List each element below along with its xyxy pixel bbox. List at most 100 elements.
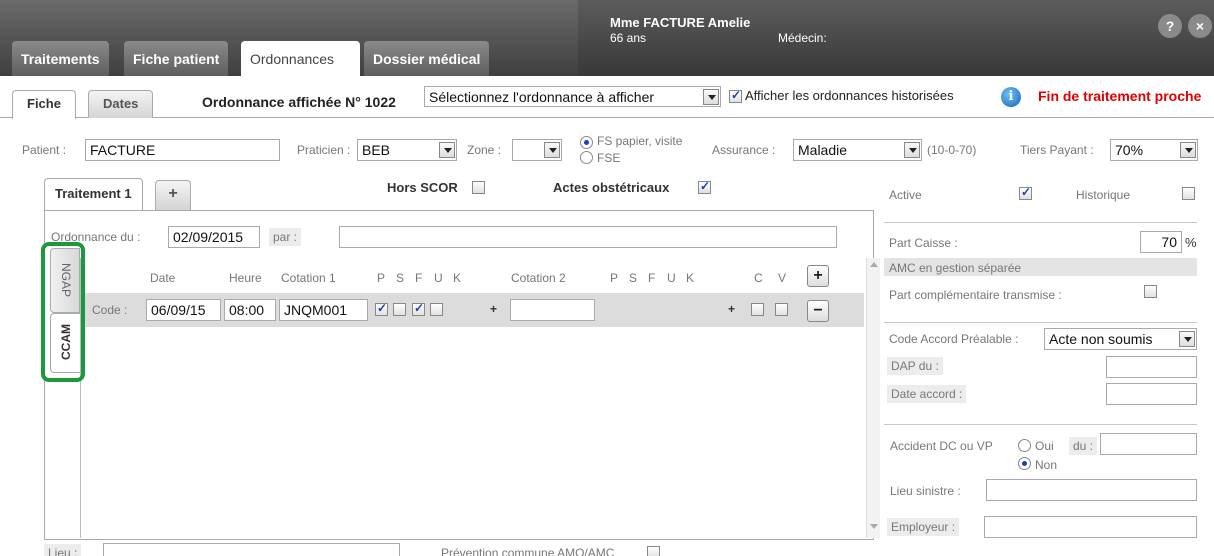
- chevron-down-icon: [703, 89, 719, 105]
- col-heure: Heure: [229, 271, 262, 285]
- actes-obstetricaux-checkbox[interactable]: [698, 179, 711, 194]
- row-u1-checkbox[interactable]: [430, 303, 443, 316]
- col-cotation1: Cotation 1: [281, 271, 336, 285]
- col-f2: F: [648, 271, 656, 285]
- date-accord-field[interactable]: [1106, 383, 1197, 405]
- code-accord-value: Acte non soumis: [1049, 331, 1153, 347]
- historique-label: Historique: [1076, 188, 1131, 202]
- zone-label: Zone :: [467, 143, 502, 157]
- patient-label: Patient :: [22, 143, 67, 157]
- active-checkbox[interactable]: [1019, 185, 1032, 200]
- code-label: Code :: [92, 303, 128, 317]
- assurance-value: Maladie: [798, 142, 848, 158]
- chevron-down-icon: [544, 142, 560, 158]
- tab-ordonnances[interactable]: Ordonnances: [241, 41, 360, 76]
- prevention-label: Prévention commune AMO/AMC: [441, 546, 615, 556]
- row-date-field[interactable]: 06/09/15: [146, 299, 221, 321]
- col-v: V: [778, 271, 787, 285]
- chevron-down-icon: [439, 142, 455, 158]
- col-k2: K: [686, 271, 695, 285]
- highlight-frame: [41, 242, 85, 382]
- percent-label: %: [1185, 235, 1197, 250]
- row-plus-1: +: [490, 302, 498, 316]
- info-icon[interactable]: i: [1001, 87, 1021, 107]
- praticien-value: BEB: [362, 142, 391, 158]
- row-s1-checkbox[interactable]: [393, 303, 406, 316]
- code-accord-label: Code Accord Préalable :: [889, 332, 1019, 346]
- accident-oui-label: Oui: [1035, 439, 1054, 453]
- accident-non-radio[interactable]: [1018, 457, 1031, 470]
- add-traitement-button[interactable]: +: [155, 180, 191, 210]
- accident-du-field[interactable]: [1100, 433, 1197, 455]
- col-k1: K: [453, 271, 462, 285]
- alert-text: Fin de traitement proche: [1038, 88, 1202, 104]
- add-row-button[interactable]: +: [807, 265, 829, 287]
- prevention-checkbox[interactable]: [647, 546, 660, 556]
- row-f1-checkbox[interactable]: [412, 301, 425, 316]
- par-label: par :: [269, 228, 302, 246]
- help-button[interactable]: ?: [1158, 14, 1182, 38]
- lieu-sinistre-label: Lieu sinistre :: [890, 484, 961, 498]
- ordonnance-select[interactable]: Sélectionnez l'ordonnance à afficher: [424, 86, 721, 107]
- amc-label: AMC en gestion séparée: [889, 261, 1022, 275]
- patient-panel: [578, 0, 1214, 76]
- col-u2: U: [667, 271, 676, 285]
- tab-traitement-1[interactable]: Traitement 1: [44, 178, 143, 210]
- lieu-sinistre-field[interactable]: [986, 479, 1197, 501]
- dap-field[interactable]: [1106, 356, 1197, 378]
- chevron-down-icon: [904, 142, 920, 158]
- acts-scrollbar[interactable]: [866, 258, 880, 538]
- row-c-checkbox[interactable]: [751, 303, 764, 316]
- tab-traitements[interactable]: Traitements: [12, 41, 109, 76]
- fse-radio[interactable]: [580, 151, 593, 164]
- chevron-down-icon: [1179, 331, 1195, 347]
- col-p2: P: [610, 271, 619, 285]
- historized-checkbox[interactable]: [729, 88, 742, 103]
- col-cotation2: Cotation 2: [511, 271, 566, 285]
- col-u1: U: [434, 271, 443, 285]
- hors-scor-checkbox[interactable]: [472, 181, 485, 194]
- praticien-select[interactable]: BEB: [357, 139, 457, 161]
- date-accord-label: Date accord :: [887, 385, 967, 403]
- row-heure-field[interactable]: 08:00: [224, 299, 276, 321]
- part-caisse-field[interactable]: 70: [1140, 231, 1182, 253]
- zone-select[interactable]: [512, 139, 562, 161]
- patient-name: Mme FACTURE Amelie: [610, 15, 751, 30]
- fs-papier-label: FS papier, visite: [597, 134, 683, 148]
- active-label: Active: [889, 188, 922, 202]
- col-s2: S: [629, 271, 638, 285]
- accident-oui-radio[interactable]: [1018, 439, 1031, 452]
- tiers-payant-select[interactable]: 70%: [1110, 139, 1198, 161]
- historized-label: Afficher les ordonnances historisées: [745, 88, 954, 103]
- close-button[interactable]: ×: [1188, 14, 1212, 38]
- divider: [884, 424, 1197, 425]
- code-accord-select[interactable]: Acte non soumis: [1044, 328, 1197, 350]
- patient-age: 66 ans: [610, 31, 647, 45]
- tab-dossier-medical[interactable]: Dossier médical: [364, 41, 490, 76]
- dap-label: DAP du :: [887, 357, 943, 375]
- ordonnance-du-field[interactable]: 02/09/2015: [168, 226, 260, 248]
- lieu-field[interactable]: [103, 543, 400, 556]
- employeur-field[interactable]: [984, 516, 1197, 538]
- patient-field[interactable]: FACTURE: [85, 139, 280, 161]
- subtab-dates[interactable]: Dates: [88, 90, 154, 118]
- row-cotation2-field[interactable]: [510, 299, 595, 321]
- hors-scor-label: Hors SCOR: [387, 180, 458, 195]
- fse-label: FSE: [597, 151, 621, 165]
- praticien-label: Praticien :: [297, 143, 351, 157]
- ordonnance-select-value: Sélectionnez l'ordonnance à afficher: [429, 89, 655, 105]
- historique-checkbox[interactable]: [1182, 187, 1195, 200]
- col-s1: S: [396, 271, 405, 285]
- part-comp-checkbox[interactable]: [1144, 285, 1157, 298]
- lieu-label: Lieu :: [44, 544, 82, 556]
- remove-row-button[interactable]: −: [807, 300, 829, 322]
- row-v-checkbox[interactable]: [775, 303, 788, 316]
- medecin-label: Médecin:: [778, 31, 827, 45]
- row-p1-checkbox[interactable]: [375, 301, 388, 316]
- subtab-fiche[interactable]: Fiche: [12, 90, 76, 119]
- row-cotation1-field[interactable]: JNQM001: [279, 299, 368, 321]
- assurance-select[interactable]: Maladie: [793, 139, 922, 161]
- fs-papier-radio[interactable]: [580, 136, 593, 149]
- par-field[interactable]: [339, 226, 837, 248]
- tab-fiche-patient[interactable]: Fiche patient: [124, 41, 229, 76]
